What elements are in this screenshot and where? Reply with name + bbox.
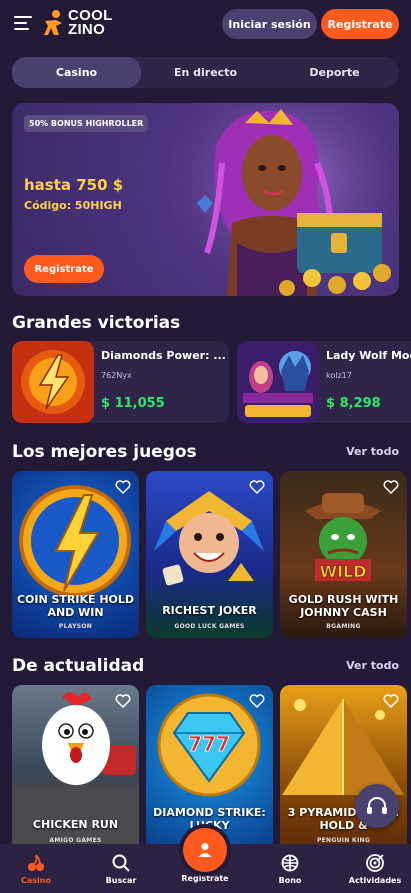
banner-register-button[interactable]: Registrate [24, 255, 104, 283]
game-title: CHICKEN RUN [32, 818, 119, 831]
big-wins-title: Grandes victorias [12, 313, 181, 333]
menu-icon[interactable] [14, 16, 32, 32]
search-icon [112, 854, 130, 872]
nav-label: Actividades [348, 876, 402, 885]
header: COOL ZINO Iniciar sesión Registrate [0, 0, 411, 50]
nav-register[interactable]: Registrate [170, 874, 240, 883]
game-tile[interactable]: WILD GOLD RUSH WITH JOHNNY CASH BGAMING [280, 471, 407, 638]
svg-text:777: 777 [188, 732, 230, 756]
nav-label: Buscar [105, 876, 137, 885]
best-games-title: Los mejores juegos [12, 442, 197, 462]
bonus-code: Código: 50HIGH [24, 199, 122, 212]
game-tile[interactable]: RICHEST JOKER GOOD LUCK GAMES [146, 471, 273, 638]
game-provider: AMIGO GAMES [49, 837, 102, 844]
game-tile[interactable]: 3 PYRAMID GOLD: HOLD & PENGUIN KING [280, 685, 407, 852]
lightning-icon [12, 341, 94, 423]
game-title: RICHEST JOKER [162, 604, 257, 617]
bonus-amount: hasta 750 $ [24, 176, 124, 194]
nav-label: Bono [278, 876, 302, 885]
register-button[interactable]: Registrate [321, 9, 399, 39]
gift-icon [281, 854, 299, 872]
game-title: GOLD RUSH WITH JOHNNY CASH [288, 593, 399, 619]
svg-text:WILD: WILD [319, 562, 366, 581]
promo-banner[interactable]: 50% BONUS HIGHROLLER hasta 750 $ Código:… [12, 103, 399, 296]
game-provider: BGAMING [326, 623, 361, 630]
game-provider: PLAYSON [58, 623, 93, 630]
win-username: kolz17 [326, 371, 352, 380]
favorite-heart-icon[interactable] [115, 479, 131, 495]
nav-casino[interactable]: Casino [1, 852, 71, 885]
best-games-see-all-link[interactable]: Ver todo [346, 445, 399, 458]
game-tile[interactable]: 777 DIAMOND STRIKE: LUCKY [146, 685, 273, 852]
win-card[interactable]: Lady Wolf Moo kolz17 $ 8,298 [237, 341, 411, 423]
tab-casino[interactable]: Casino [12, 57, 141, 88]
logo[interactable]: COOL ZINO [42, 8, 113, 38]
login-button[interactable]: Iniciar sesión [222, 9, 317, 39]
nav-search[interactable]: Buscar [86, 852, 156, 885]
game-provider: GOOD LUCK GAMES [174, 623, 245, 630]
nav-bonus[interactable]: Bono [255, 852, 325, 885]
game-tile[interactable]: CHICKEN RUN AMIGO GAMES [12, 685, 139, 852]
trending-see-all-link[interactable]: Ver todo [346, 659, 399, 672]
wolf-moon-icon [237, 341, 319, 423]
win-thumbnail [12, 341, 94, 423]
tab-live[interactable]: En directo [141, 57, 270, 88]
logo-text-line2: ZINO [68, 21, 106, 38]
tab-sports[interactable]: Deporte [270, 57, 399, 88]
favorite-heart-icon[interactable] [383, 479, 399, 495]
bonus-tag: 50% BONUS HIGHROLLER [24, 115, 149, 132]
user-icon [198, 843, 212, 857]
favorite-heart-icon[interactable] [115, 693, 131, 709]
support-chat-button[interactable] [355, 784, 399, 828]
nav-label: Registrate [181, 874, 229, 883]
headset-icon [367, 797, 387, 814]
win-amount: $ 8,298 [326, 396, 381, 411]
win-game-name: Lady Wolf Moo [326, 349, 411, 362]
game-tile[interactable]: COIN STRIKE HOLD AND WIN PLAYSON [12, 471, 139, 638]
target-icon [366, 854, 384, 872]
game-provider: PENGUIN KING [316, 837, 371, 844]
favorite-heart-icon[interactable] [383, 693, 399, 709]
favorite-heart-icon[interactable] [249, 693, 265, 709]
nav-label: Casino [21, 876, 51, 885]
win-thumbnail [237, 341, 319, 423]
win-amount: $ 11,055 [101, 396, 165, 411]
logo-mark-icon [44, 10, 62, 35]
game-title: COIN STRIKE HOLD AND WIN [16, 593, 135, 619]
nav-activities[interactable]: Actividades [340, 852, 410, 885]
win-username: 762Nyx [101, 371, 132, 380]
category-tabs: Casino En directo Deporte [12, 57, 399, 88]
favorite-heart-icon[interactable] [249, 479, 265, 495]
win-card[interactable]: Diamonds Power: ... 762Nyx $ 11,055 [12, 341, 229, 423]
cherry-icon [28, 854, 44, 871]
win-game-name: Diamonds Power: ... [101, 349, 226, 362]
trending-title: De actualidad [12, 656, 145, 676]
register-fab-button[interactable] [183, 828, 227, 872]
banner-illustration [177, 103, 399, 296]
